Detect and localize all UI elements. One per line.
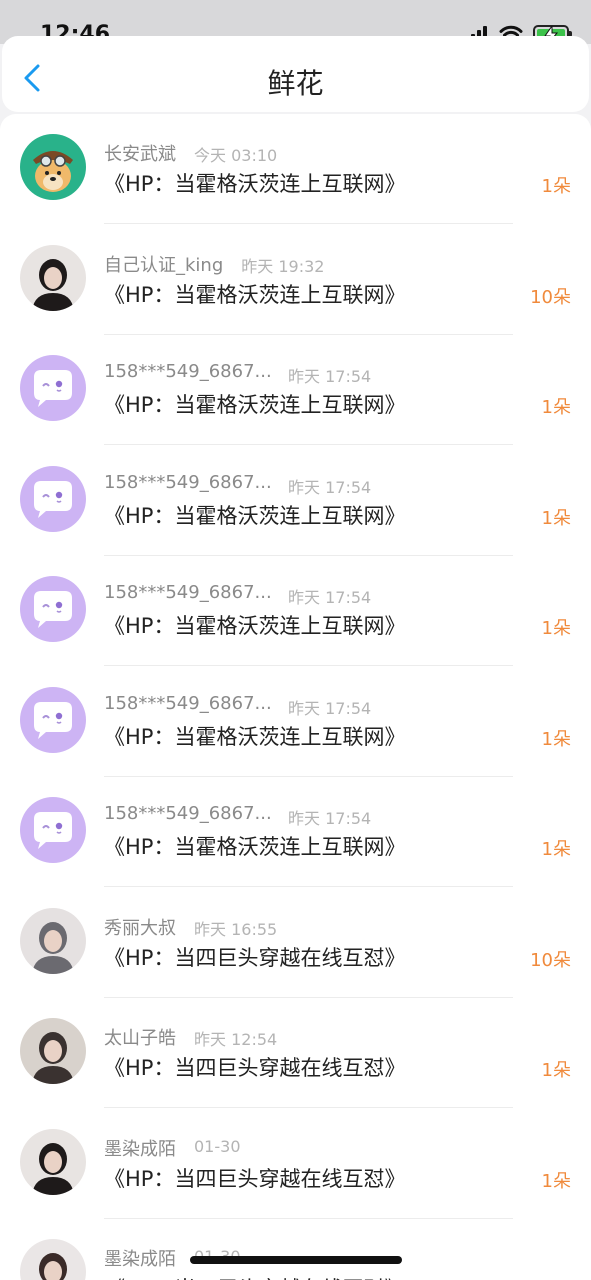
- list-item[interactable]: 158***549_6867... 昨天 17:54 《HP：当霍格沃茨连上互联网》…: [0, 777, 591, 887]
- flower-count: 1朵: [541, 507, 571, 529]
- flower-count: 1朵: [541, 839, 571, 860]
- timestamp: 昨天 17:54: [288, 367, 372, 386]
- timestamp: 昨天 17:54: [288, 698, 372, 718]
- book-title[interactable]: 《HP：当霍格沃茨连上互联网》: [104, 610, 405, 640]
- flower-count: 1朵: [541, 618, 571, 639]
- username[interactable]: 太山子皓: [104, 1024, 176, 1050]
- username[interactable]: 158***549_6867...: [104, 361, 288, 387]
- flower-list: 长安武斌 今天 03:10 《HP：当霍格沃茨连上互联网》 1朵 自己认证_king 昨天…: [0, 114, 591, 1280]
- timestamp: 昨天 16:55: [194, 919, 278, 939]
- flower-count: 1朵: [541, 1170, 571, 1192]
- list-item[interactable]: 太山子皓 昨天 12:54 《HP：当四巨头穿越在线互怼》 1朵: [0, 998, 591, 1108]
- book-title[interactable]: 《HP：当霍格沃茨连上互联网》: [104, 831, 405, 861]
- item-meta: 158***549_6867... 昨天 17:54: [104, 803, 371, 829]
- flower-count: 10朵: [530, 949, 571, 971]
- username[interactable]: 墨染成陌: [104, 1135, 176, 1161]
- flower-count: 1朵: [541, 397, 571, 418]
- item-meta: 太山子皓 昨天 12:54: [104, 1024, 277, 1050]
- timestamp: 01-30: [194, 1136, 241, 1156]
- list-item[interactable]: 158***549_6867... 昨天 17:54 《HP：当霍格沃茨连上互联网》…: [0, 667, 591, 777]
- photo-avatar[interactable]: [20, 1018, 86, 1084]
- username[interactable]: 158***549_6867...: [104, 803, 288, 829]
- list-item[interactable]: 长安武斌 今天 03:10 《HP：当霍格沃茨连上互联网》 1朵: [0, 114, 591, 224]
- default-chat-avatar[interactable]: [20, 576, 86, 642]
- book-title[interactable]: 《HP：当霍格沃茨连上互联网》: [104, 500, 405, 530]
- default-chat-avatar[interactable]: [20, 797, 86, 863]
- book-title[interactable]: 《HP：当霍格沃茨连上互联网》: [104, 279, 405, 309]
- item-meta: 158***549_6867... 昨天 17:54: [104, 472, 371, 498]
- flower-count: 1朵: [541, 176, 571, 197]
- list-item[interactable]: 158***549_6867... 昨天 17:54 《HP：当霍格沃茨连上互联网》…: [0, 556, 591, 666]
- book-title[interactable]: 《HP：当霍格沃茨连上互联网》: [104, 389, 405, 419]
- book-title[interactable]: 《HP：当四巨头穿越在线互怼》: [104, 1273, 405, 1280]
- flower-count: 1朵: [541, 728, 571, 750]
- book-title[interactable]: 《HP：当四巨头穿越在线互怼》: [104, 942, 405, 972]
- default-chat-avatar[interactable]: [20, 686, 86, 753]
- item-meta: 158***549_6867... 昨天 17:54: [104, 693, 371, 719]
- username[interactable]: 158***549_6867...: [104, 693, 288, 719]
- book-title[interactable]: 《HP：当霍格沃茨连上互联网》: [104, 721, 405, 751]
- list-item[interactable]: 墨染成陌01-30《HP：当四巨头穿越在线互怼》: [0, 1219, 591, 1280]
- username[interactable]: 长安武斌: [104, 140, 176, 166]
- default-chat-avatar[interactable]: [20, 355, 86, 421]
- item-meta: 墨染成陌 01-30: [104, 1135, 241, 1161]
- list-item[interactable]: 秀丽大叔 昨天 16:55 《HP：当四巨头穿越在线互怼》 10朵: [0, 888, 591, 998]
- timestamp: 昨天 17:54: [288, 588, 372, 607]
- flower-count: 10朵: [530, 286, 571, 308]
- book-title[interactable]: 《HP：当霍格沃茨连上互联网》: [104, 168, 405, 198]
- item-meta: 秀丽大叔 昨天 16:55: [104, 914, 277, 940]
- nav-bar: 鲜花: [2, 36, 589, 112]
- book-title[interactable]: 《HP：当四巨头穿越在线互怼》: [104, 1052, 405, 1082]
- timestamp: 昨天 17:54: [288, 477, 372, 497]
- username[interactable]: 墨染成陌: [104, 1245, 176, 1271]
- item-meta: 长安武斌 今天 03:10: [104, 140, 277, 166]
- photo-avatar[interactable]: [20, 1239, 86, 1280]
- timestamp: 昨天 17:54: [288, 809, 372, 828]
- username[interactable]: 秀丽大叔: [104, 914, 176, 940]
- username[interactable]: 自己认证_king: [104, 251, 223, 277]
- photo-avatar[interactable]: [20, 244, 86, 311]
- timestamp: 昨天 19:32: [241, 256, 325, 276]
- default-chat-avatar[interactable]: [20, 465, 86, 532]
- home-indicator: [190, 1256, 402, 1264]
- item-meta: 158***549_6867... 昨天 17:54: [104, 582, 371, 608]
- photo-avatar[interactable]: [20, 907, 86, 974]
- timestamp: 昨天 12:54: [194, 1030, 278, 1049]
- username[interactable]: 158***549_6867...: [104, 582, 288, 608]
- list-item[interactable]: 自己认证_king 昨天 19:32 《HP：当霍格沃茨连上互联网》 10朵: [0, 225, 591, 335]
- item-meta: 自己认证_king 昨天 19:32: [104, 251, 324, 277]
- photo-avatar[interactable]: [20, 1128, 86, 1195]
- book-title[interactable]: 《HP：当四巨头穿越在线互怼》: [104, 1163, 405, 1193]
- doge-avatar[interactable]: [20, 134, 86, 200]
- timestamp: 今天 03:10: [194, 146, 278, 165]
- flower-count: 1朵: [541, 1060, 571, 1081]
- list-item[interactable]: 墨染成陌 01-30 《HP：当四巨头穿越在线互怼》 1朵: [0, 1109, 591, 1219]
- list-item[interactable]: 158***549_6867... 昨天 17:54 《HP：当霍格沃茨连上互联网》…: [0, 446, 591, 556]
- item-meta: 158***549_6867... 昨天 17:54: [104, 361, 371, 387]
- page-title: 鲜花: [267, 67, 324, 100]
- list-item[interactable]: 158***549_6867... 昨天 17:54 《HP：当霍格沃茨连上互联网》…: [0, 335, 591, 445]
- username[interactable]: 158***549_6867...: [104, 472, 288, 498]
